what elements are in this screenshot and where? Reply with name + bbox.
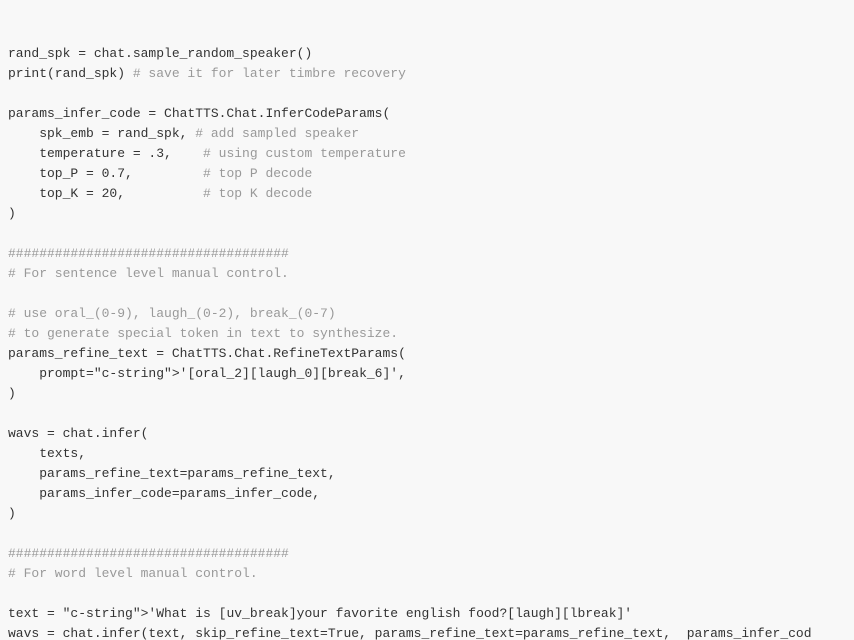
line-content: text = "c-string">'What is [uv_break]you…: [8, 604, 632, 624]
code-line: [0, 584, 854, 604]
line-content: # use oral_(0-9), laugh_(0-2), break_(0-…: [8, 304, 336, 324]
code-line: # For word level manual control.: [0, 564, 854, 584]
code-line: # use oral_(0-9), laugh_(0-2), break_(0-…: [0, 304, 854, 324]
code-line: [0, 284, 854, 304]
code-line: text = "c-string">'What is [uv_break]you…: [0, 604, 854, 624]
code-line: ): [0, 504, 854, 524]
code-line: ####################################: [0, 544, 854, 564]
code-line: top_K = 20, # top K decode: [0, 184, 854, 204]
code-line: ####################################: [0, 244, 854, 264]
line-content: wavs = chat.infer(text, skip_refine_text…: [8, 624, 812, 640]
line-content: params_refine_text=params_refine_text,: [8, 464, 336, 484]
code-line: top_P = 0.7, # top P decode: [0, 164, 854, 184]
code-line: [0, 404, 854, 424]
line-content: rand_spk = chat.sample_random_speaker(): [8, 44, 312, 64]
line-content: # For sentence level manual control.: [8, 264, 289, 284]
line-content: params_infer_code=params_infer_code,: [8, 484, 320, 504]
line-content: top_K = 20, # top K decode: [8, 184, 312, 204]
code-line: ): [0, 384, 854, 404]
code-content: rand_spk = chat.sample_random_speaker()p…: [0, 0, 854, 640]
line-content: ): [8, 384, 16, 404]
line-content: top_P = 0.7, # top P decode: [8, 164, 312, 184]
line-content: temperature = .3, # using custom tempera…: [8, 144, 406, 164]
code-line: [0, 224, 854, 244]
line-content: params_refine_text = ChatTTS.Chat.Refine…: [8, 344, 406, 364]
line-content: # For word level manual control.: [8, 564, 258, 584]
code-line: prompt="c-string">'[oral_2][laugh_0][bre…: [0, 364, 854, 384]
code-line: rand_spk = chat.sample_random_speaker(): [0, 44, 854, 64]
code-line: # to generate special token in text to s…: [0, 324, 854, 344]
code-line: params_infer_code = ChatTTS.Chat.InferCo…: [0, 104, 854, 124]
line-content: spk_emb = rand_spk, # add sampled speake…: [8, 124, 359, 144]
line-content: ): [8, 504, 16, 524]
code-line: temperature = .3, # using custom tempera…: [0, 144, 854, 164]
code-editor: rand_spk = chat.sample_random_speaker()p…: [0, 0, 854, 640]
code-line: params_infer_code=params_infer_code,: [0, 484, 854, 504]
line-content: texts,: [8, 444, 86, 464]
line-content: prompt="c-string">'[oral_2][laugh_0][bre…: [8, 364, 406, 384]
code-line: [0, 524, 854, 544]
code-line: spk_emb = rand_spk, # add sampled speake…: [0, 124, 854, 144]
code-line: params_refine_text = ChatTTS.Chat.Refine…: [0, 344, 854, 364]
code-line: params_refine_text=params_refine_text,: [0, 464, 854, 484]
line-content: ####################################: [8, 244, 289, 264]
code-line: ): [0, 204, 854, 224]
line-content: params_infer_code = ChatTTS.Chat.InferCo…: [8, 104, 390, 124]
line-content: wavs = chat.infer(: [8, 424, 148, 444]
code-line: wavs = chat.infer(: [0, 424, 854, 444]
line-content: ): [8, 204, 16, 224]
code-line: print(rand_spk) # save it for later timb…: [0, 64, 854, 84]
code-line: # For sentence level manual control.: [0, 264, 854, 284]
code-line: [0, 84, 854, 104]
code-line: wavs = chat.infer(text, skip_refine_text…: [0, 624, 854, 640]
line-content: # to generate special token in text to s…: [8, 324, 398, 344]
code-line: texts,: [0, 444, 854, 464]
line-content: ####################################: [8, 544, 289, 564]
line-content: print(rand_spk) # save it for later timb…: [8, 64, 406, 84]
